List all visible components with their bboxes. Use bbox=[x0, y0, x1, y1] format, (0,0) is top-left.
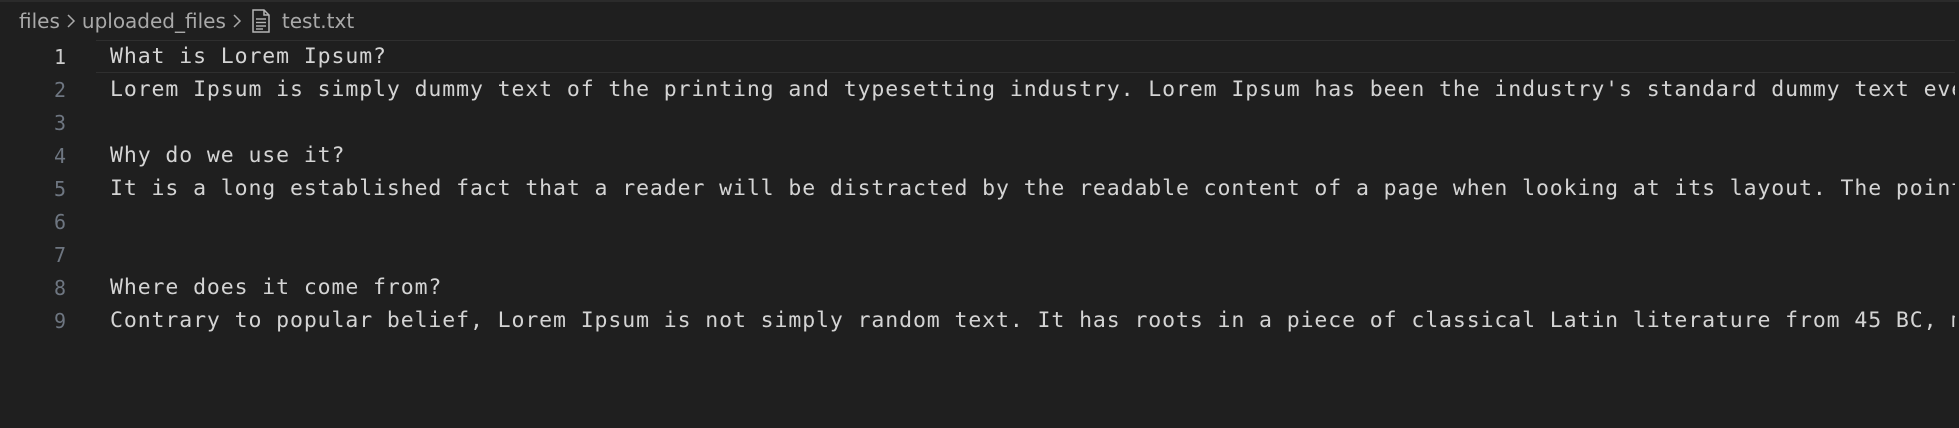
line-text[interactable]: Lorem Ipsum is simply dummy text of the … bbox=[110, 77, 1959, 102]
line-text[interactable]: What is Lorem Ipsum? bbox=[110, 44, 387, 69]
editor-line[interactable]: 9 Contrary to popular belief, Lorem Ipsu… bbox=[0, 304, 1959, 337]
editor-line[interactable]: 7 bbox=[0, 238, 1959, 271]
line-text[interactable]: Contrary to popular belief, Lorem Ipsum … bbox=[110, 308, 1959, 333]
line-number: 7 bbox=[53, 242, 66, 267]
line-number: 5 bbox=[53, 176, 66, 201]
editor-line[interactable]: 2 Lorem Ipsum is simply dummy text of th… bbox=[0, 73, 1959, 106]
line-number: 8 bbox=[53, 275, 66, 300]
line-text[interactable]: It is a long established fact that a rea… bbox=[110, 176, 1959, 201]
editor-line[interactable]: 5 It is a long established fact that a r… bbox=[0, 172, 1959, 205]
line-number: 6 bbox=[53, 209, 66, 234]
editor-line[interactable]: 1 What is Lorem Ipsum? bbox=[0, 40, 1959, 73]
vertical-scrollbar[interactable] bbox=[1955, 40, 1959, 428]
breadcrumb-item-uploaded-files[interactable]: uploaded_files bbox=[82, 9, 226, 33]
line-number: 4 bbox=[53, 143, 66, 168]
editor-line[interactable]: 4 Why do we use it? bbox=[0, 139, 1959, 172]
breadcrumb-item-file[interactable]: test.txt bbox=[282, 9, 354, 33]
editor-line[interactable]: 8 Where does it come from? bbox=[0, 271, 1959, 304]
file-text-icon bbox=[248, 2, 274, 40]
breadcrumb-item-files[interactable]: files bbox=[19, 9, 60, 33]
line-number: 9 bbox=[53, 308, 66, 333]
line-text[interactable]: Why do we use it? bbox=[110, 143, 345, 168]
text-editor[interactable]: 1 What is Lorem Ipsum? 2 Lorem Ipsum is … bbox=[0, 40, 1959, 428]
editor-line[interactable]: 3 bbox=[0, 106, 1959, 139]
chevron-right-icon bbox=[226, 2, 248, 40]
editor-line[interactable]: 6 bbox=[0, 205, 1959, 238]
line-number: 2 bbox=[53, 77, 66, 102]
breadcrumb: files uploaded_files test.txt bbox=[0, 2, 1959, 40]
line-text[interactable]: Where does it come from? bbox=[110, 275, 442, 300]
line-number: 3 bbox=[53, 110, 66, 135]
chevron-right-icon bbox=[60, 2, 82, 40]
line-number: 1 bbox=[53, 44, 66, 69]
